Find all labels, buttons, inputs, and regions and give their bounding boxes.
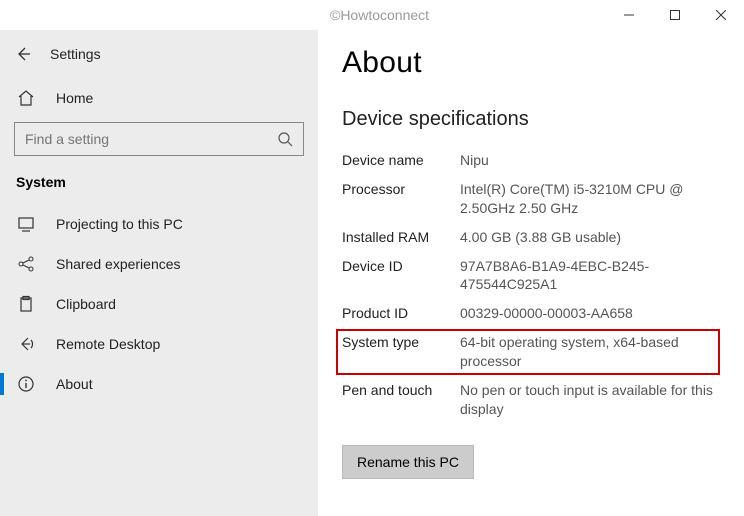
- app-title: Settings: [50, 46, 101, 62]
- display-icon: [16, 215, 36, 233]
- search-box[interactable]: [14, 122, 304, 156]
- spec-label: Device ID: [342, 257, 460, 295]
- search-icon: [277, 131, 293, 147]
- spec-value: 64-bit operating system, x64-based proce…: [460, 333, 714, 371]
- spec-row-ram: Installed RAM 4.00 GB (3.88 GB usable): [342, 228, 714, 247]
- content-pane: About Device specifications Device name …: [318, 30, 744, 516]
- spec-row-processor: Processor Intel(R) Core(TM) i5-3210M CPU…: [342, 180, 714, 218]
- nav-label: Remote Desktop: [56, 336, 160, 352]
- spec-row-device-id: Device ID 97A7B8A6-B1A9-4EBC-B245-475544…: [342, 257, 714, 295]
- spec-label: Product ID: [342, 304, 460, 323]
- page-title: About: [342, 46, 714, 80]
- spec-value: No pen or touch input is available for t…: [460, 381, 714, 419]
- spec-value: 4.00 GB (3.88 GB usable): [460, 228, 714, 247]
- sidebar: Settings Home System Projecting to this …: [0, 30, 318, 516]
- spec-row-device-name: Device name Nipu: [342, 151, 714, 170]
- back-icon[interactable]: [14, 45, 34, 63]
- home-nav[interactable]: Home: [0, 78, 318, 118]
- nav-projecting[interactable]: Projecting to this PC: [0, 204, 318, 244]
- spec-label: Processor: [342, 180, 460, 218]
- spec-value: 97A7B8A6-B1A9-4EBC-B245-475544C925A1: [460, 257, 714, 295]
- spec-value: 00329-00000-00003-AA658: [460, 304, 714, 323]
- nav-label: Shared experiences: [56, 256, 181, 272]
- nav-remote-desktop[interactable]: Remote Desktop: [0, 324, 318, 364]
- spec-value: Intel(R) Core(TM) i5-3210M CPU @ 2.50GHz…: [460, 180, 714, 218]
- clipboard-icon: [16, 295, 36, 313]
- spec-row-product-id: Product ID 00329-00000-00003-AA658: [342, 304, 714, 323]
- spec-label: Device name: [342, 151, 460, 170]
- spec-label: Pen and touch: [342, 381, 460, 419]
- nav-clipboard[interactable]: Clipboard: [0, 284, 318, 324]
- window-controls: [0, 0, 744, 30]
- spec-value: Nipu: [460, 151, 714, 170]
- nav-about[interactable]: About: [0, 364, 318, 404]
- nav-label: Projecting to this PC: [56, 216, 183, 232]
- home-icon: [16, 89, 36, 107]
- section-heading: Device specifications: [342, 108, 714, 131]
- remote-desktop-icon: [16, 335, 36, 353]
- close-button[interactable]: [698, 0, 744, 30]
- share-icon: [16, 255, 36, 273]
- spec-row-pen-touch: Pen and touch No pen or touch input is a…: [342, 381, 714, 419]
- nav-shared-experiences[interactable]: Shared experiences: [0, 244, 318, 284]
- nav-label: About: [56, 376, 93, 392]
- rename-pc-button[interactable]: Rename this PC: [342, 445, 474, 479]
- maximize-button[interactable]: [652, 0, 698, 30]
- home-label: Home: [56, 90, 93, 106]
- search-input[interactable]: [25, 131, 277, 147]
- highlight-annotation: System type 64-bit operating system, x64…: [336, 329, 720, 375]
- spec-label: System type: [342, 333, 460, 371]
- nav-label: Clipboard: [56, 296, 116, 312]
- section-label: System: [0, 166, 318, 204]
- spec-row-system-type: System type 64-bit operating system, x64…: [342, 333, 714, 371]
- spec-label: Installed RAM: [342, 228, 460, 247]
- info-icon: [16, 375, 36, 393]
- minimize-button[interactable]: [606, 0, 652, 30]
